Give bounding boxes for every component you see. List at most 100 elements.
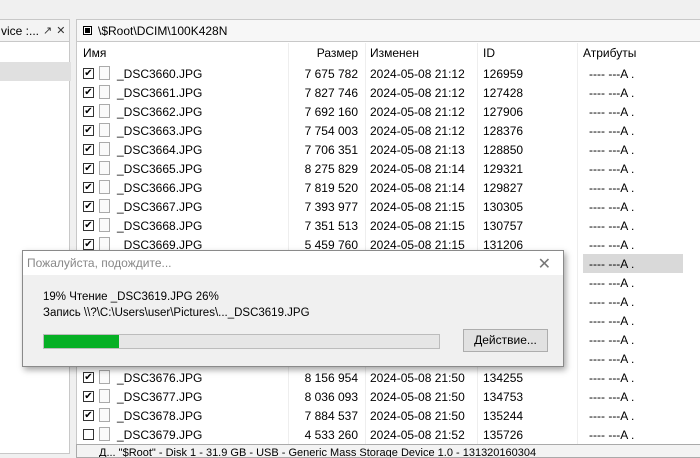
- row-checkbox[interactable]: ✔: [83, 68, 94, 79]
- row-checkbox[interactable]: ✔: [83, 182, 94, 193]
- file-size: 7 393 977: [304, 200, 358, 214]
- pin-icon[interactable]: ↗: [43, 24, 52, 37]
- file-name: _DSC3664.JPG: [117, 143, 203, 157]
- left-panel: vice :... ↗ ✕: [0, 19, 71, 454]
- progress-fill: [44, 335, 120, 348]
- file-id: 127428: [483, 86, 524, 100]
- row-checkbox[interactable]: ✔: [83, 220, 94, 231]
- path-bar: \$Root\DCIM\100K428N: [77, 20, 700, 42]
- file-name: _DSC3677.JPG: [117, 390, 203, 404]
- file-size: 7 827 746: [304, 86, 358, 100]
- file-modified: 2024-05-08 21:12: [370, 86, 465, 100]
- file-modified: 2024-05-08 21:14: [370, 162, 465, 176]
- file-attributes: ---- ---A .: [589, 67, 635, 81]
- file-icon: [99, 370, 110, 384]
- file-size: 7 884 537: [304, 409, 358, 423]
- table-row[interactable]: ✔ _DSC3660.JPG 7 675 782 2024-05-08 21:12 12…: [77, 64, 700, 83]
- file-icon: [99, 427, 110, 441]
- file-name: _DSC3660.JPG: [117, 67, 203, 81]
- file-attributes: ---- ---A .: [589, 219, 635, 233]
- file-icon: [99, 161, 110, 175]
- table-row[interactable]: ✔ _DSC3667.JPG 7 393 977 2024-05-08 21:15 13…: [77, 197, 700, 216]
- folder-icon: [83, 26, 92, 35]
- file-size: 4 533 260: [304, 428, 358, 442]
- file-modified: 2024-05-08 21:50: [370, 409, 465, 423]
- file-attributes: ---- ---A .: [589, 200, 635, 214]
- file-id: 130305: [483, 200, 524, 214]
- row-checkbox[interactable]: ✔: [83, 391, 94, 402]
- row-checkbox[interactable]: ✔: [83, 163, 94, 174]
- row-checkbox[interactable]: ✔: [83, 87, 94, 98]
- table-row[interactable]: ✔ _DSC3662.JPG 7 692 160 2024-05-08 21:12 12…: [77, 102, 700, 121]
- file-id: 128850: [483, 143, 524, 157]
- row-checkbox[interactable]: ✔: [83, 372, 94, 383]
- table-row[interactable]: ✔ _DSC3666.JPG 7 819 520 2024-05-08 21:14 12…: [77, 178, 700, 197]
- file-size: 7 706 351: [304, 143, 358, 157]
- file-id: 134255: [483, 371, 524, 385]
- column-header: Имя Размер Изменен ID Атрибуты: [77, 43, 700, 63]
- file-attributes: ---- ---A .: [589, 409, 635, 423]
- table-row[interactable]: ✔ _DSC3661.JPG 7 827 746 2024-05-08 21:12 12…: [77, 83, 700, 102]
- file-id: 130757: [483, 219, 524, 233]
- row-checkbox[interactable]: ✔: [83, 106, 94, 117]
- action-button[interactable]: Действие...: [463, 329, 548, 352]
- table-row[interactable]: ✔ _DSC3663.JPG 7 754 003 2024-05-08 21:12 12…: [77, 121, 700, 140]
- file-size: 8 275 829: [304, 162, 358, 176]
- write-status: Запись \\?\C:\Users\user\Pictures\..._DS…: [43, 307, 310, 319]
- column-size[interactable]: Размер: [317, 46, 358, 60]
- file-attributes: ---- ---A .: [589, 257, 635, 271]
- column-id[interactable]: ID: [483, 46, 495, 60]
- table-row[interactable]: ✔ _DSC3664.JPG 7 706 351 2024-05-08 21:13 12…: [77, 140, 700, 159]
- file-name: _DSC3668.JPG: [117, 219, 203, 233]
- row-checkbox[interactable]: ✔: [83, 125, 94, 136]
- close-icon[interactable]: ✕: [538, 254, 551, 274]
- table-row[interactable]: ✔ _DSC3668.JPG 7 351 513 2024-05-08 21:15 13…: [77, 216, 700, 235]
- selected-tree-item[interactable]: [0, 62, 71, 81]
- file-modified: 2024-05-08 21:12: [370, 105, 465, 119]
- row-checkbox[interactable]: ✔: [83, 239, 94, 250]
- file-name: _DSC3676.JPG: [117, 371, 203, 385]
- file-name: _DSC3666.JPG: [117, 181, 203, 195]
- table-row[interactable]: _DSC3679.JPG 4 533 260 2024-05-08 21:52 135…: [77, 425, 700, 444]
- row-checkbox[interactable]: ✔: [83, 144, 94, 155]
- read-status: 19% Чтение _DSC3619.JPG 26%: [43, 291, 219, 303]
- row-checkbox[interactable]: ✔: [83, 410, 94, 421]
- file-id: 135244: [483, 409, 524, 423]
- progress-dialog: Пожалуйста, подождите... ✕ 19% Чтение _D…: [22, 250, 564, 367]
- file-modified: 2024-05-08 21:15: [370, 219, 465, 233]
- file-icon: [99, 66, 110, 80]
- file-modified: 2024-05-08 21:15: [370, 200, 465, 214]
- column-name[interactable]: Имя: [83, 46, 106, 60]
- file-id: 129321: [483, 162, 524, 176]
- path-text: \$Root\DCIM\100K428N: [98, 23, 228, 38]
- file-attributes: ---- ---A .: [589, 143, 635, 157]
- file-attributes: ---- ---A .: [589, 124, 635, 138]
- file-attributes: ---- ---A .: [589, 181, 635, 195]
- file-modified: 2024-05-08 21:50: [370, 390, 465, 404]
- dialog-title: Пожалуйста, подождите...: [23, 251, 563, 275]
- file-name: _DSC3661.JPG: [117, 86, 203, 100]
- file-attributes: ---- ---A .: [589, 238, 635, 252]
- table-row[interactable]: ✔ _DSC3678.JPG 7 884 537 2024-05-08 21:50 13…: [77, 406, 700, 425]
- file-icon: [99, 123, 110, 137]
- file-icon: [99, 180, 110, 194]
- table-row[interactable]: ✔ _DSC3677.JPG 8 036 093 2024-05-08 21:50 13…: [77, 387, 700, 406]
- file-id: 129827: [483, 181, 524, 195]
- table-row[interactable]: ✔ _DSC3665.JPG 8 275 829 2024-05-08 21:14 12…: [77, 159, 700, 178]
- table-row[interactable]: ✔ _DSC3676.JPG 8 156 954 2024-05-08 21:50 13…: [77, 368, 700, 387]
- column-attributes[interactable]: Атрибуты: [583, 46, 636, 60]
- file-attributes: ---- ---A .: [589, 105, 635, 119]
- left-panel-title-bar: vice :... ↗ ✕: [0, 20, 69, 42]
- file-id: 134753: [483, 390, 524, 404]
- file-icon: [99, 85, 110, 99]
- row-checkbox[interactable]: [83, 429, 94, 440]
- column-modified[interactable]: Изменен: [370, 46, 419, 60]
- file-size: 8 036 093: [304, 390, 358, 404]
- file-size: 7 351 513: [304, 219, 358, 233]
- left-panel-title: vice :...: [1, 23, 40, 38]
- progress-bar: [43, 334, 440, 349]
- close-icon[interactable]: ✕: [56, 24, 65, 37]
- row-checkbox[interactable]: ✔: [83, 201, 94, 212]
- file-id: 128376: [483, 124, 524, 138]
- file-modified: 2024-05-08 21:52: [370, 428, 465, 442]
